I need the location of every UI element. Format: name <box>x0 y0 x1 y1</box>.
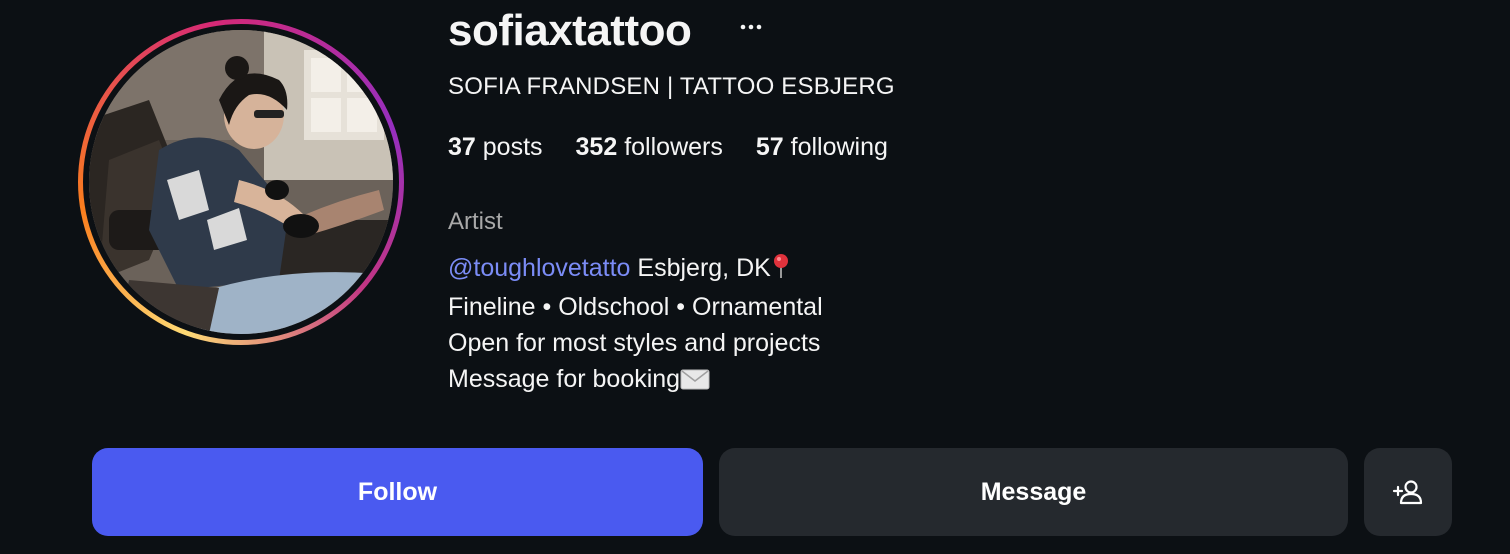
suggested-accounts-button[interactable] <box>1364 448 1452 536</box>
posts-stat[interactable]: 37 posts <box>448 131 543 163</box>
round-pushpin-icon <box>771 253 791 289</box>
following-count: 57 <box>755 133 784 161</box>
bio-location: Esbjerg, DK <box>637 254 771 282</box>
followers-count: 352 <box>575 133 618 161</box>
category-label: Artist <box>448 208 503 235</box>
followers-stat[interactable]: 352 followers <box>576 131 723 163</box>
mention-link[interactable]: @toughlovetatto <box>448 254 630 282</box>
posts-label: posts <box>482 133 543 161</box>
follow-button[interactable]: Follow <box>92 448 703 536</box>
profile-avatar[interactable] <box>78 19 404 345</box>
profile-header: sofiaxtattoo SOFIA FRANDSEN | TATTOO ESB… <box>0 0 1510 554</box>
bio-booking-text: Message for booking <box>448 365 681 393</box>
bio: @toughlovetatto Esbjerg, DK Fineline • O… <box>448 250 823 400</box>
tattoo-artist-photo-icon <box>89 30 393 334</box>
bio-line-2: Fineline • Oldschool • Ornamental <box>448 293 823 321</box>
full-name: SOFIA FRANDSEN | TATTOO ESBJERG <box>448 73 895 100</box>
profile-stats: 37 posts 352 followers 57 following <box>448 131 888 163</box>
bio-line-1: @toughlovetatto Esbjerg, DK <box>448 250 823 289</box>
add-person-icon <box>1392 480 1423 505</box>
more-options-button[interactable] <box>736 12 766 42</box>
following-stat[interactable]: 57 following <box>756 131 888 163</box>
followers-label: followers <box>624 133 723 161</box>
following-label: following <box>790 133 888 161</box>
message-button[interactable]: Message <box>719 448 1348 536</box>
bio-line-4: Message for booking <box>448 361 823 400</box>
more-options-icon <box>740 24 762 30</box>
username: sofiaxtattoo <box>448 6 692 55</box>
posts-count: 37 <box>448 133 476 161</box>
envelope-icon <box>680 364 710 400</box>
avatar-photo <box>89 30 393 334</box>
bio-line-3: Open for most styles and projects <box>448 329 821 357</box>
